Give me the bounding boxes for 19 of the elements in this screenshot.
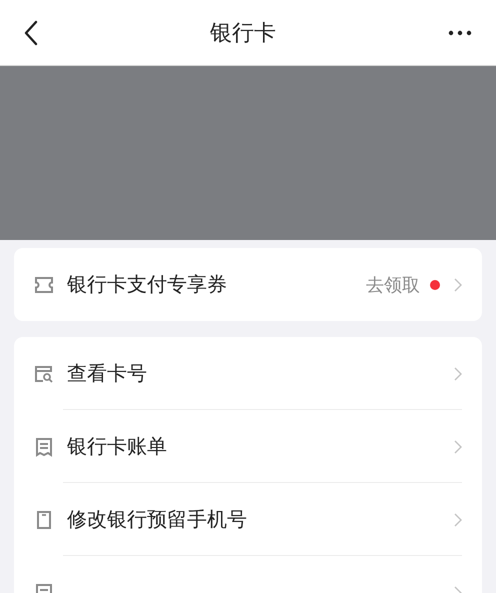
- more-icon[interactable]: [448, 30, 472, 36]
- page-title: 银行卡: [210, 20, 276, 48]
- menu-label: 查看卡号: [67, 360, 148, 387]
- menu-item[interactable]: 查看卡号: [14, 337, 482, 410]
- card-search-icon: [34, 364, 54, 382]
- ticket-icon: [34, 276, 54, 294]
- menu-item[interactable]: 修改银行预留手机号: [14, 483, 482, 556]
- chevron-icon: [454, 440, 462, 454]
- chevron-icon: [454, 278, 462, 292]
- menu-item[interactable]: 银行卡账单: [14, 410, 482, 483]
- promo-card[interactable]: 银行卡支付专享券 去领取: [14, 248, 482, 321]
- chevron-icon: [454, 366, 462, 380]
- promo-label: 银行卡支付专享券: [67, 271, 228, 298]
- chevron-icon: [454, 512, 462, 526]
- back-icon[interactable]: [24, 20, 38, 46]
- menu-label: 银行卡账单: [67, 433, 168, 460]
- phone-icon: [34, 510, 54, 530]
- receipt-icon: [34, 436, 54, 456]
- menu-label: 修改银行预留手机号: [67, 506, 248, 533]
